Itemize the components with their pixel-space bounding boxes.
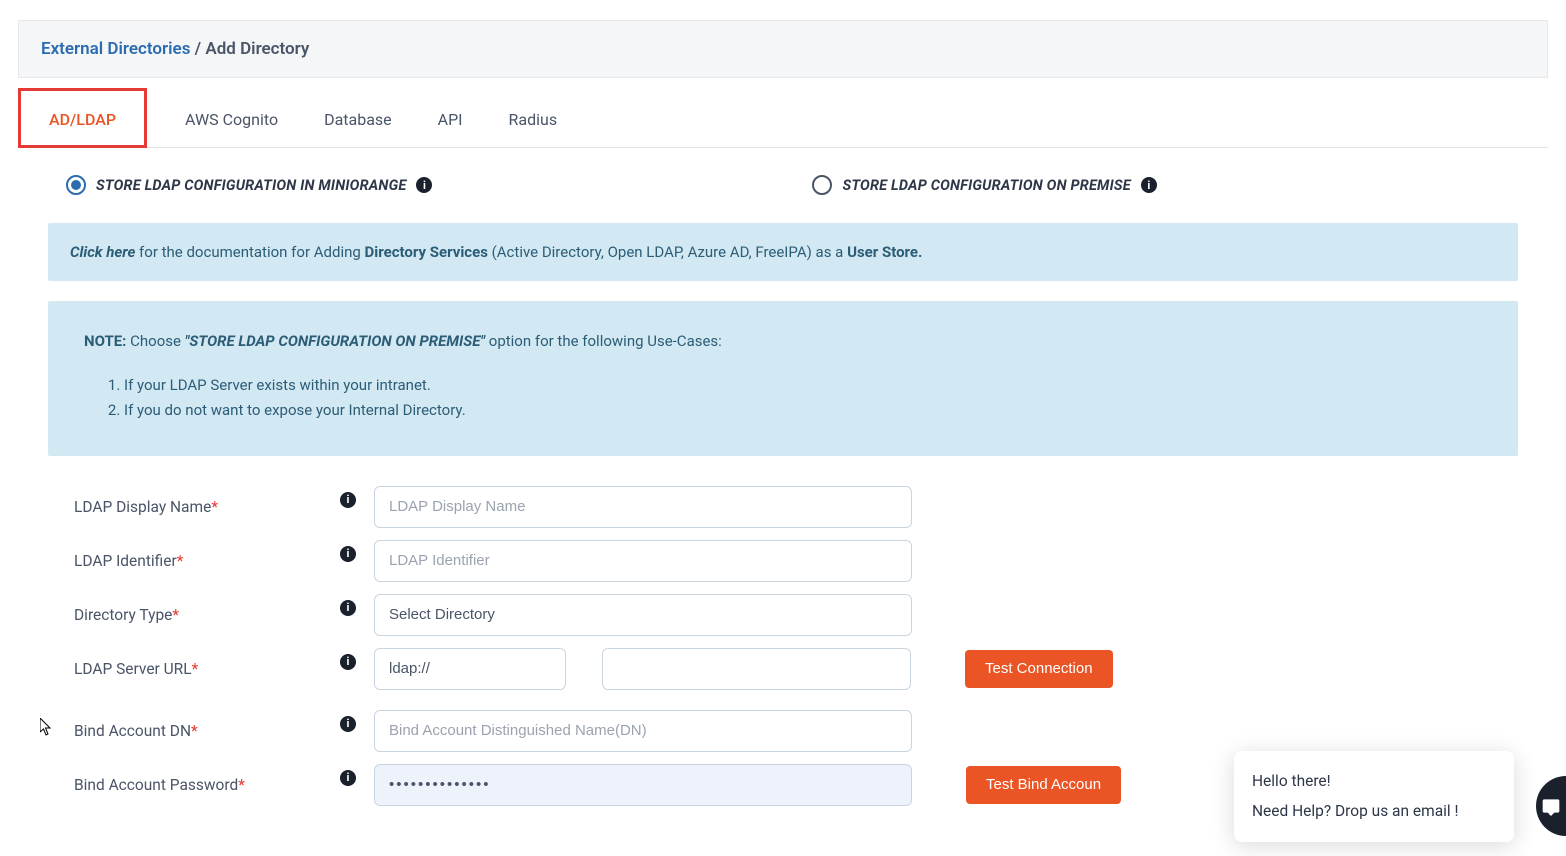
tabs-bar: AD/LDAP AWS Cognito Database API Radius xyxy=(18,78,1548,148)
tab-aws-cognito[interactable]: AWS Cognito xyxy=(177,88,286,147)
radio-label-miniorange: STORE LDAP CONFIGURATION IN MINIORANGE xyxy=(96,177,406,194)
row-identifier: LDAP Identifier* i xyxy=(74,540,1518,582)
breadcrumb-sep: / xyxy=(190,39,205,59)
chat-popup[interactable]: Hello there! Need Help? Drop us an email… xyxy=(1234,751,1514,842)
ldap-server-url-input[interactable] xyxy=(602,648,911,690)
documentation-box: Click here for the documentation for Add… xyxy=(48,223,1518,281)
ldap-scheme-select[interactable]: ldap:// xyxy=(374,648,566,690)
required-mark: * xyxy=(211,498,218,516)
test-connection-button[interactable]: Test Connection xyxy=(965,650,1113,688)
radio-circle-selected[interactable] xyxy=(66,175,86,195)
note-quote: "STORE LDAP CONFIGURATION ON PREMISE" xyxy=(185,332,485,350)
label-text: Bind Account DN xyxy=(74,722,191,740)
note-list-item: If you do not want to expose your Intern… xyxy=(124,398,1482,424)
required-mark: * xyxy=(191,722,198,740)
required-mark: * xyxy=(177,552,184,570)
chat-line: Need Help? Drop us an email ! xyxy=(1252,797,1496,826)
note-text: Choose xyxy=(126,332,184,350)
info-icon[interactable]: i xyxy=(416,177,432,193)
note-box: NOTE: Choose "STORE LDAP CONFIGURATION O… xyxy=(48,301,1518,456)
note-list: If your LDAP Server exists within your i… xyxy=(124,373,1482,424)
chat-line: Hello there! xyxy=(1252,767,1496,796)
radio-circle-unselected[interactable] xyxy=(812,175,832,195)
breadcrumb-link[interactable]: External Directories xyxy=(41,39,190,59)
label-text: LDAP Server URL xyxy=(74,660,192,678)
required-mark: * xyxy=(172,606,179,624)
label-dir-type: Directory Type* i xyxy=(74,606,374,624)
note-text: option for the following Use-Cases: xyxy=(485,332,722,350)
ldap-display-name-input[interactable] xyxy=(374,486,912,528)
doc-text: for the documentation for Adding xyxy=(135,243,364,261)
tab-ad-ldap[interactable]: AD/LDAP xyxy=(18,88,147,148)
doc-click-here-link[interactable]: Click here xyxy=(70,243,135,261)
storage-radio-row: STORE LDAP CONFIGURATION IN MINIORANGE i… xyxy=(66,175,1500,195)
radio-option-onpremise[interactable]: STORE LDAP CONFIGURATION ON PREMISE i xyxy=(812,175,1156,195)
radio-option-miniorange[interactable]: STORE LDAP CONFIGURATION IN MINIORANGE i xyxy=(66,175,432,195)
row-bind-dn: Bind Account DN* i xyxy=(74,710,1518,752)
required-mark: * xyxy=(192,660,199,678)
info-icon[interactable]: i xyxy=(340,492,356,508)
ldap-identifier-input[interactable] xyxy=(374,540,912,582)
label-text: LDAP Identifier xyxy=(74,552,177,570)
label-bind-pw: Bind Account Password* i xyxy=(74,776,374,794)
tab-database[interactable]: Database xyxy=(316,88,400,147)
test-bind-account-button[interactable]: Test Bind Accoun xyxy=(966,766,1121,804)
required-mark: * xyxy=(238,776,245,794)
label-identifier: LDAP Identifier* i xyxy=(74,552,374,570)
info-icon[interactable]: i xyxy=(340,716,356,732)
content-area: STORE LDAP CONFIGURATION IN MINIORANGE i… xyxy=(0,148,1566,806)
note-label: NOTE: xyxy=(84,332,126,350)
bind-account-dn-input[interactable] xyxy=(374,710,912,752)
info-icon[interactable]: i xyxy=(340,600,356,616)
label-display-name: LDAP Display Name* i xyxy=(74,498,374,516)
row-dir-type: Directory Type* i Select Directory xyxy=(74,594,1518,636)
tab-radius[interactable]: Radius xyxy=(501,88,566,147)
label-text: LDAP Display Name xyxy=(74,498,211,516)
label-bind-dn: Bind Account DN* i xyxy=(74,722,374,740)
doc-bold: Directory Services xyxy=(365,243,488,261)
row-server-url: LDAP Server URL* i ldap:// Test Connecti… xyxy=(74,648,1518,690)
row-display-name: LDAP Display Name* i xyxy=(74,486,1518,528)
breadcrumb: External Directories / Add Directory xyxy=(41,39,1525,59)
info-icon[interactable]: i xyxy=(1141,177,1157,193)
info-icon[interactable]: i xyxy=(340,770,356,786)
doc-bold: User Store. xyxy=(847,243,922,261)
info-icon[interactable]: i xyxy=(340,546,356,562)
label-text: Bind Account Password xyxy=(74,776,238,794)
radio-label-onpremise: STORE LDAP CONFIGURATION ON PREMISE xyxy=(842,177,1130,194)
note-list-item: If your LDAP Server exists within your i… xyxy=(124,373,1482,399)
label-text: Directory Type xyxy=(74,606,172,624)
breadcrumb-current: Add Directory xyxy=(205,39,309,59)
label-server-url: LDAP Server URL* i xyxy=(74,660,374,678)
tab-api[interactable]: API xyxy=(430,88,471,147)
directory-type-select[interactable]: Select Directory xyxy=(374,594,912,636)
bind-account-password-input[interactable] xyxy=(374,764,912,806)
doc-text: (Active Directory, Open LDAP, Azure AD, … xyxy=(488,243,847,261)
radio-dot xyxy=(71,180,81,190)
page-header: External Directories / Add Directory xyxy=(18,20,1548,78)
info-icon[interactable]: i xyxy=(340,654,356,670)
